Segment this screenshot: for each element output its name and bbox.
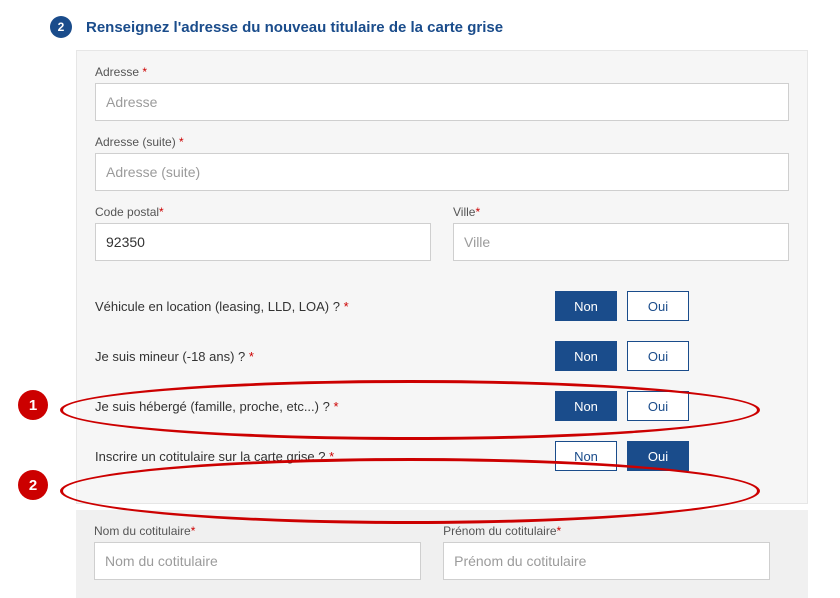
field-address2: Adresse (suite) * — [95, 135, 789, 191]
required-mark: * — [329, 449, 334, 464]
field-city: Ville* — [453, 205, 789, 261]
question-label: Je suis hébergé (famille, proche, etc...… — [95, 399, 330, 414]
coholder-yes-button[interactable]: Oui — [627, 441, 689, 471]
field-coholder-firstname: Prénom du cotitulaire* — [443, 524, 770, 580]
section-header: 2 Renseignez l'adresse du nouveau titula… — [0, 0, 840, 50]
required-mark: * — [344, 299, 349, 314]
coholder-firstname-label: Prénom du cotitulaire* — [443, 524, 770, 538]
minor-yes-button[interactable]: Oui — [627, 341, 689, 371]
field-coholder-lastname: Nom du cotitulaire* — [94, 524, 421, 580]
required-mark: * — [475, 205, 480, 219]
address2-label: Adresse (suite) * — [95, 135, 789, 149]
field-address: Adresse * — [95, 65, 789, 121]
minor-no-button[interactable]: Non — [555, 341, 617, 371]
annotation-marker-2: 2 — [18, 470, 48, 500]
question-minor: Je suis mineur (-18 ans) ? * Non Oui — [95, 335, 789, 385]
required-mark: * — [159, 205, 164, 219]
section-title: Renseignez l'adresse du nouveau titulair… — [86, 19, 503, 36]
question-coholder: Inscrire un cotitulaire sur la carte gri… — [95, 435, 789, 485]
annotation-marker-1: 1 — [18, 390, 48, 420]
minor-toggle: Non Oui — [555, 341, 689, 371]
address-panel: Adresse * Adresse (suite) * Code postal*… — [76, 50, 808, 504]
required-mark: * — [333, 399, 338, 414]
postal-label: Code postal* — [95, 205, 431, 219]
required-mark: * — [249, 349, 254, 364]
question-leasing: Véhicule en location (leasing, LLD, LOA)… — [95, 285, 789, 335]
required-mark: * — [191, 524, 196, 538]
address-label: Adresse * — [95, 65, 789, 79]
address2-input[interactable] — [95, 153, 789, 191]
leasing-toggle: Non Oui — [555, 291, 689, 321]
question-label: Inscrire un cotitulaire sur la carte gri… — [95, 449, 325, 464]
question-label: Véhicule en location (leasing, LLD, LOA)… — [95, 299, 340, 314]
postal-input[interactable] — [95, 223, 431, 261]
hosted-yes-button[interactable]: Oui — [627, 391, 689, 421]
city-input[interactable] — [453, 223, 789, 261]
leasing-yes-button[interactable]: Oui — [627, 291, 689, 321]
coholder-lastname-label: Nom du cotitulaire* — [94, 524, 421, 538]
coholder-toggle: Non Oui — [555, 441, 689, 471]
coholder-panel: Nom du cotitulaire* Prénom du cotitulair… — [76, 510, 808, 598]
question-hosted: Je suis hébergé (famille, proche, etc...… — [95, 385, 789, 435]
coholder-lastname-input[interactable] — [94, 542, 421, 580]
coholder-no-button[interactable]: Non — [555, 441, 617, 471]
field-postal: Code postal* — [95, 205, 431, 261]
hosted-toggle: Non Oui — [555, 391, 689, 421]
step-badge: 2 — [50, 16, 72, 38]
hosted-no-button[interactable]: Non — [555, 391, 617, 421]
coholder-firstname-input[interactable] — [443, 542, 770, 580]
address-input[interactable] — [95, 83, 789, 121]
step-number: 2 — [58, 20, 65, 34]
required-mark: * — [179, 135, 184, 149]
required-mark: * — [142, 65, 147, 79]
required-mark: * — [557, 524, 562, 538]
question-label: Je suis mineur (-18 ans) ? — [95, 349, 245, 364]
city-label: Ville* — [453, 205, 789, 219]
questions-block: Véhicule en location (leasing, LLD, LOA)… — [95, 285, 789, 485]
leasing-no-button[interactable]: Non — [555, 291, 617, 321]
